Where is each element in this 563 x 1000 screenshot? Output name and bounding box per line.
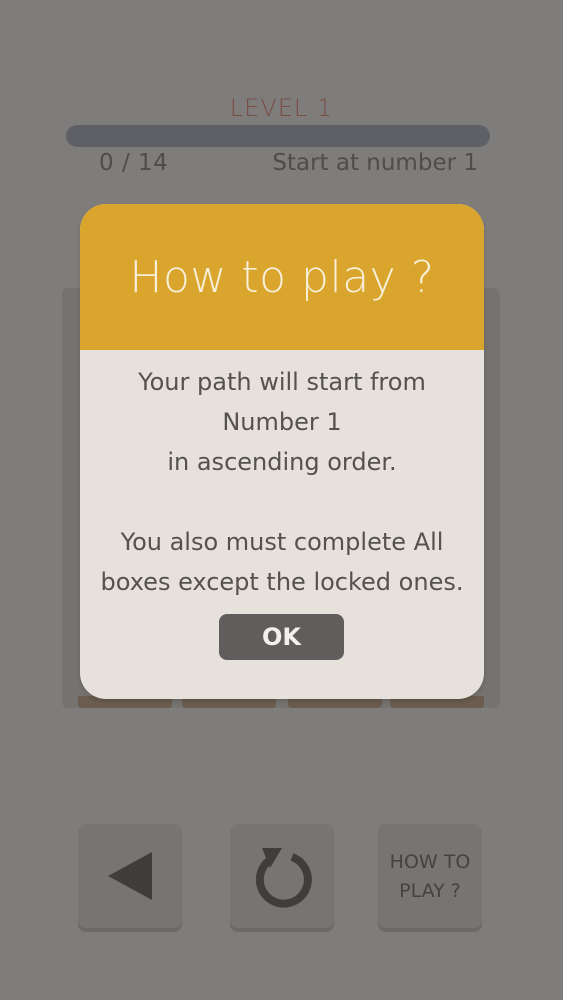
ok-button[interactable]: OK	[219, 614, 344, 660]
how-to-play-dialog: How to play ? Your path will start from …	[80, 204, 484, 699]
undo-button[interactable]	[230, 824, 334, 928]
triangle-left-icon	[108, 852, 152, 900]
instruction-line: Number 1	[222, 408, 342, 436]
instruction-line: Your path will start from	[138, 368, 426, 396]
instruction-line: You also must complete All	[120, 528, 444, 556]
instruction-line: in ascending order.	[167, 448, 397, 476]
back-button[interactable]	[78, 824, 182, 928]
level-title: LEVEL 1	[229, 94, 334, 122]
how-to-play-label-line: PLAY ?	[399, 880, 461, 902]
dialog-title: How to play ?	[129, 252, 435, 303]
game-screen: LEVEL 1 0 / 14 Start at number 1 How to …	[0, 0, 563, 1000]
how-to-play-label: HOW TO PLAY ?	[378, 848, 482, 906]
how-to-play-button[interactable]: HOW TO PLAY ?	[378, 824, 482, 928]
undo-arrow-icon	[255, 848, 312, 908]
move-counter: 0 / 14	[99, 150, 169, 176]
start-hint: Start at number 1	[272, 150, 478, 176]
how-to-play-label-line: HOW TO	[389, 851, 471, 873]
dialog-instructions: Your path will start from Number 1 in as…	[90, 362, 474, 602]
instruction-line: boxes except the locked ones.	[100, 568, 464, 596]
level-progress-bar	[66, 125, 490, 147]
